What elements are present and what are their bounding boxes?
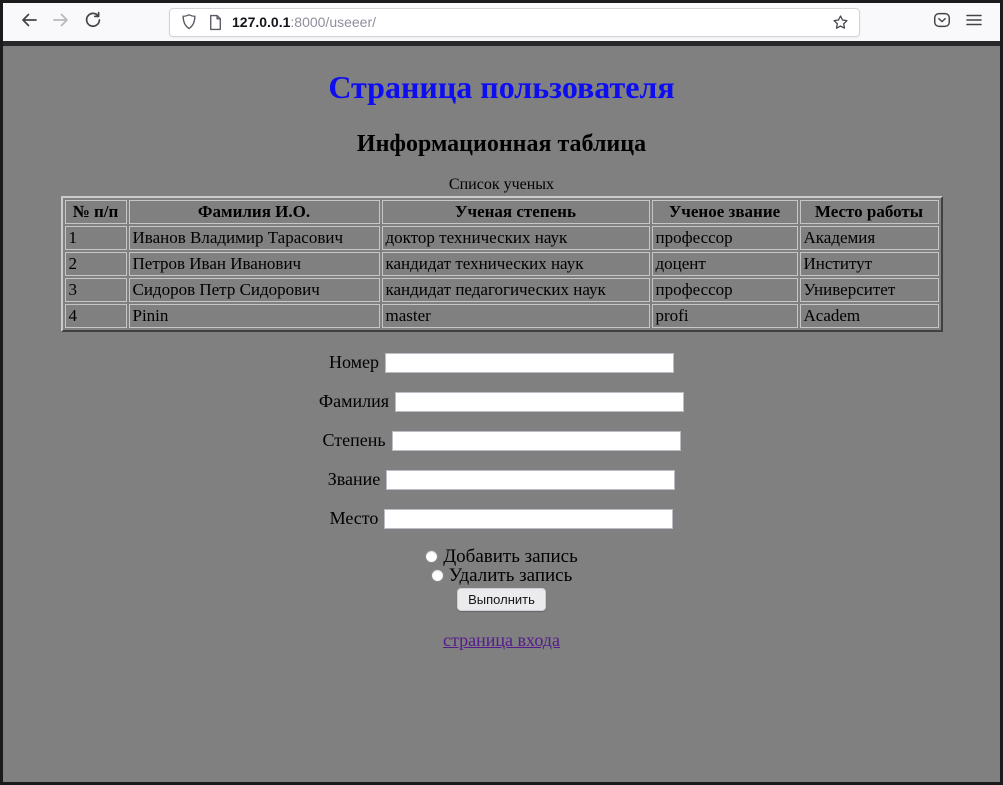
form-radios: Добавить записьУдалить запись bbox=[3, 547, 1000, 585]
back-icon bbox=[19, 10, 39, 35]
table-cell: 3 bbox=[65, 278, 127, 302]
add-record-radio-row: Добавить запись bbox=[3, 547, 1000, 566]
form-fields: Номер Фамилия Степень Звание Место bbox=[3, 352, 1000, 529]
page-icon[interactable] bbox=[202, 9, 228, 35]
url-bar[interactable]: 127.0.0.1:8000/useeer/ bbox=[169, 8, 860, 37]
number-field-label: Номер bbox=[329, 352, 379, 373]
table-cell: 2 bbox=[65, 252, 127, 276]
pocket-icon bbox=[932, 10, 952, 35]
column-header: Ученая степень bbox=[382, 200, 650, 224]
table-cell: 1 bbox=[65, 226, 127, 250]
table-cell: master bbox=[382, 304, 650, 328]
table-caption: Список ученых bbox=[3, 176, 1000, 194]
table-cell: Петров Иван Иванович bbox=[129, 252, 380, 276]
surname-field-label: Фамилия bbox=[319, 391, 389, 412]
column-header: Фамилия И.О. bbox=[129, 200, 380, 224]
add-record-radio[interactable] bbox=[425, 550, 438, 563]
add-record-radio-label: Добавить запись bbox=[443, 547, 578, 566]
table-cell: Университет bbox=[800, 278, 939, 302]
delete-record-radio[interactable] bbox=[431, 569, 444, 582]
url-text: 127.0.0.1:8000/useeer/ bbox=[232, 14, 827, 30]
table-cell: Academ bbox=[800, 304, 939, 328]
login-link-wrap: страница входа bbox=[3, 630, 1000, 651]
reload-icon bbox=[83, 10, 103, 35]
table-cell: Иванов Владимир Тарасович bbox=[129, 226, 380, 250]
form-field-row: Фамилия bbox=[3, 391, 1000, 412]
delete-record-radio-label: Удалить запись bbox=[449, 566, 573, 585]
execute-button[interactable]: Выполнить bbox=[457, 588, 546, 611]
table-cell: профессор bbox=[652, 278, 798, 302]
table-cell: profi bbox=[652, 304, 798, 328]
title-input[interactable] bbox=[386, 470, 675, 490]
table-row: 4PininmasterprofiAcadem bbox=[65, 304, 939, 328]
column-header: Ученое звание bbox=[652, 200, 798, 224]
table-cell: Pinin bbox=[129, 304, 380, 328]
forward-icon bbox=[51, 10, 71, 35]
table-row: 2Петров Иван Ивановичкандидат технически… bbox=[65, 252, 939, 276]
login-page-link[interactable]: страница входа bbox=[443, 630, 560, 650]
surname-input[interactable] bbox=[395, 392, 684, 412]
forward-button[interactable] bbox=[45, 7, 77, 37]
table-cell: кандидат педагогических наук bbox=[382, 278, 650, 302]
table-cell: доктор технических наук bbox=[382, 226, 650, 250]
workplace-input[interactable] bbox=[384, 509, 673, 529]
star-icon[interactable] bbox=[827, 9, 853, 35]
number-input[interactable] bbox=[385, 353, 674, 373]
page-content: Страница пользователя Информационная таб… bbox=[3, 46, 1000, 782]
table-row: 3Сидоров Петр Сидоровичкандидат педагоги… bbox=[65, 278, 939, 302]
scientists-table: № п/пФамилия И.О.Ученая степеньУченое зв… bbox=[61, 196, 943, 332]
reload-button[interactable] bbox=[77, 7, 109, 37]
table-cell: 4 bbox=[65, 304, 127, 328]
table-row: 1Иванов Владимир Тарасовичдоктор техниче… bbox=[65, 226, 939, 250]
table-cell: Институт bbox=[800, 252, 939, 276]
table-cell: доцент bbox=[652, 252, 798, 276]
menu-icon bbox=[965, 11, 983, 34]
shield-icon[interactable] bbox=[176, 9, 202, 35]
title-field-label: Звание bbox=[328, 469, 381, 490]
delete-record-radio-row: Удалить запись bbox=[3, 566, 1000, 585]
workplace-field-label: Место bbox=[330, 508, 379, 529]
form-field-row: Звание bbox=[3, 469, 1000, 490]
form-field-row: Степень bbox=[3, 430, 1000, 451]
form-field-row: Место bbox=[3, 508, 1000, 529]
table-header-row: № п/пФамилия И.О.Ученая степеньУченое зв… bbox=[65, 200, 939, 224]
table-cell: профессор bbox=[652, 226, 798, 250]
degree-field-label: Степень bbox=[322, 430, 385, 451]
form-field-row: Номер bbox=[3, 352, 1000, 373]
degree-input[interactable] bbox=[392, 431, 681, 451]
record-form: Номер Фамилия Степень Звание Место Добавить … bbox=[3, 352, 1000, 611]
table-cell: кандидат технических наук bbox=[382, 252, 650, 276]
column-header: № п/п bbox=[65, 200, 127, 224]
back-button[interactable] bbox=[13, 7, 45, 37]
page-title: Страница пользователя bbox=[3, 69, 1000, 106]
table-cell: Академия bbox=[800, 226, 939, 250]
url-host: 127.0.0.1 bbox=[232, 14, 290, 30]
page-subtitle: Информационная таблица bbox=[3, 131, 1000, 158]
browser-toolbar: 127.0.0.1:8000/useeer/ bbox=[3, 3, 1000, 41]
menu-button[interactable] bbox=[958, 7, 990, 37]
pocket-button[interactable] bbox=[926, 7, 958, 37]
url-path: :8000/useeer/ bbox=[290, 14, 376, 30]
table-cell: Сидоров Петр Сидорович bbox=[129, 278, 380, 302]
browser-window: 127.0.0.1:8000/useeer/ Страница пользова… bbox=[0, 0, 1003, 785]
column-header: Место работы bbox=[800, 200, 939, 224]
